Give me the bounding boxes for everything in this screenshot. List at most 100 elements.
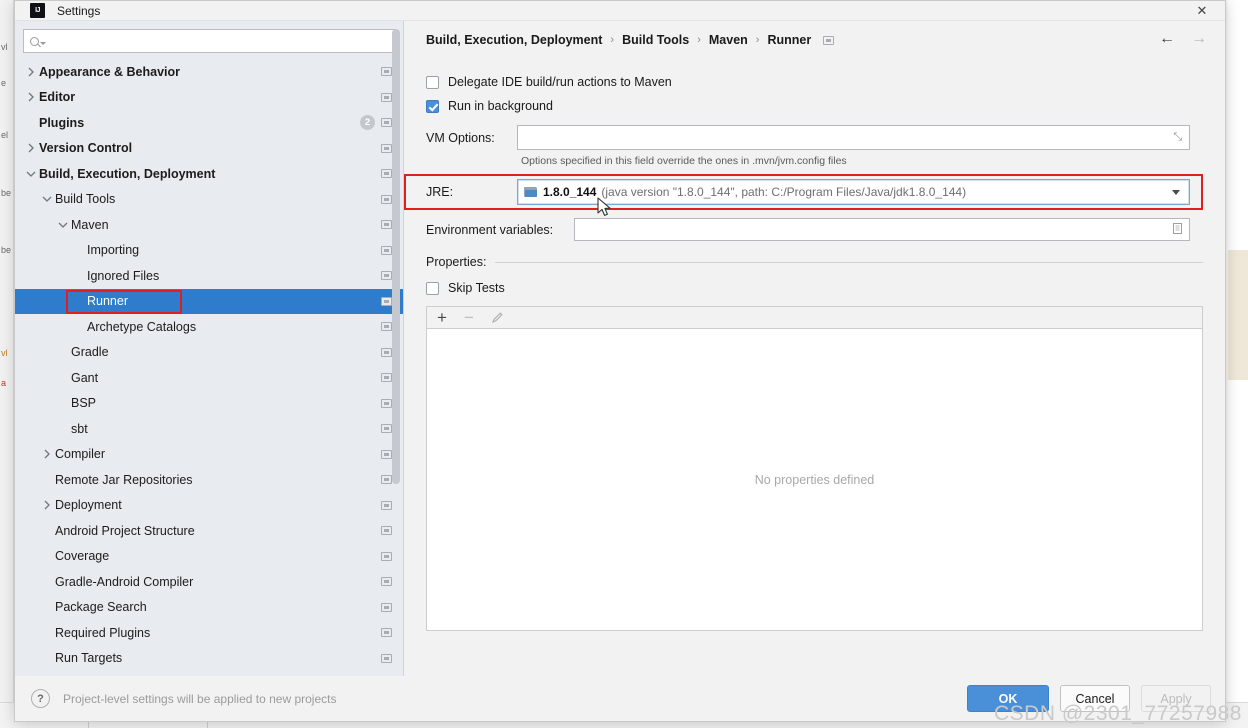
chevron-right-icon[interactable] <box>23 59 39 85</box>
sidebar-item-label: Archetype Catalogs <box>87 319 197 334</box>
skip-tests-checkbox[interactable] <box>426 281 439 295</box>
run-background-checkbox[interactable] <box>426 99 439 113</box>
arrow-right-icon[interactable]: → <box>1191 31 1207 47</box>
sidebar-item-required-plugins[interactable]: Required Plugins <box>15 620 403 646</box>
sidebar-item-ignored-files[interactable]: Ignored Files <box>15 263 403 289</box>
browse-icon[interactable] <box>1173 222 1182 237</box>
footer-note: Project-level settings will be applied t… <box>63 691 337 706</box>
sidebar-scrollbar[interactable] <box>392 21 402 676</box>
breadcrumb-item[interactable]: Maven <box>709 33 748 47</box>
monitor-icon[interactable] <box>381 602 392 612</box>
monitor-icon[interactable] <box>381 577 392 587</box>
sidebar-item-deployment[interactable]: Deployment <box>15 493 403 519</box>
chevron-down-icon[interactable] <box>1172 189 1180 195</box>
pencil-icon[interactable] <box>491 311 504 324</box>
monitor-icon[interactable] <box>381 67 392 77</box>
sidebar-item-bsp[interactable]: BSP <box>15 391 403 417</box>
breadcrumb-item[interactable]: Build, Execution, Deployment <box>426 33 602 47</box>
expand-icon[interactable]: ⤡ <box>1173 132 1182 143</box>
sidebar-item-android-project-structure[interactable]: Android Project Structure <box>15 518 403 544</box>
breadcrumb-item[interactable]: Runner <box>767 33 811 47</box>
vm-options-input[interactable]: ⤡ <box>517 125 1190 150</box>
chevron-down-icon[interactable] <box>55 212 71 238</box>
sidebar-item-label: Plugins <box>39 115 85 130</box>
chevron-down-icon[interactable] <box>23 161 39 187</box>
delegate-checkbox-label: Delegate IDE build/run actions to Maven <box>448 75 672 89</box>
monitor-icon[interactable] <box>381 169 392 179</box>
close-icon[interactable]: ✕ <box>1179 1 1225 21</box>
delegate-checkbox[interactable] <box>426 75 439 89</box>
monitor-icon[interactable] <box>381 653 392 663</box>
monitor-icon[interactable] <box>381 347 392 357</box>
monitor-icon[interactable] <box>381 296 392 306</box>
help-icon[interactable]: ? <box>31 689 50 708</box>
environment-variables-input[interactable] <box>574 218 1190 241</box>
breadcrumb-item[interactable]: Build Tools <box>622 33 689 47</box>
monitor-icon[interactable] <box>381 245 392 255</box>
monitor-icon[interactable] <box>381 220 392 230</box>
sidebar-item-runner[interactable]: Runner <box>15 288 403 314</box>
sidebar-item-maven[interactable]: Maven <box>15 212 403 238</box>
sidebar-item-run-targets[interactable]: Run Targets <box>15 646 403 672</box>
sidebar-item-gradle[interactable]: Gradle <box>15 340 403 366</box>
sidebar-item-build-tools[interactable]: Build Tools <box>15 187 403 213</box>
chevron-down-icon[interactable] <box>39 187 55 213</box>
sidebar-item-version-control[interactable]: Version Control <box>15 136 403 162</box>
jre-selected-detail: (java version "1.8.0_144", path: C:/Prog… <box>601 185 967 199</box>
sidebar-scrollbar-thumb[interactable] <box>392 29 400 484</box>
breadcrumb: Build, Execution, Deployment › Build Tools… <box>426 21 1203 59</box>
monitor-icon[interactable] <box>381 143 392 153</box>
sidebar-item-compiler[interactable]: Compiler <box>15 442 403 468</box>
sidebar-item-appearance-behavior[interactable]: Appearance & Behavior <box>15 59 403 85</box>
search-box[interactable] <box>23 29 395 53</box>
minus-icon[interactable]: − <box>464 309 474 326</box>
breadcrumb-separator: › <box>697 34 701 46</box>
chevron-right-icon[interactable] <box>23 85 39 111</box>
ok-button[interactable]: OK <box>967 685 1049 712</box>
sidebar-item-archetype-catalogs[interactable]: Archetype Catalogs <box>15 314 403 340</box>
search-input[interactable] <box>50 30 388 52</box>
monitor-icon[interactable] <box>823 35 835 45</box>
monitor-icon[interactable] <box>381 271 392 281</box>
jre-dropdown[interactable]: 1.8.0_144 (java version "1.8.0_144", pat… <box>517 179 1190 205</box>
sidebar-item-build-execution-deployment[interactable]: Build, Execution, Deployment <box>15 161 403 187</box>
monitor-icon[interactable] <box>381 475 392 485</box>
sidebar-item-package-search[interactable]: Package Search <box>15 595 403 621</box>
chevron-right-icon[interactable] <box>23 136 39 162</box>
skip-tests-row: Skip Tests <box>426 276 1203 300</box>
monitor-icon[interactable] <box>381 628 392 638</box>
monitor-icon[interactable] <box>381 92 392 102</box>
monitor-icon[interactable] <box>381 424 392 434</box>
sidebar-item-importing[interactable]: Importing <box>15 238 403 264</box>
sidebar-item-sbt[interactable]: sbt <box>15 416 403 442</box>
sidebar-item-plugins[interactable]: Plugins 2 <box>15 110 403 136</box>
monitor-icon[interactable] <box>381 551 392 561</box>
sidebar-item-label: Deployment <box>55 498 122 513</box>
sidebar-item-label: Build, Execution, Deployment <box>39 166 216 181</box>
monitor-icon[interactable] <box>381 118 392 128</box>
plus-icon[interactable]: + <box>437 309 447 326</box>
search-dropdown-icon[interactable] <box>40 42 46 45</box>
monitor-icon[interactable] <box>381 398 392 408</box>
monitor-icon[interactable] <box>381 526 392 536</box>
sidebar-item-label: Coverage <box>55 549 110 564</box>
sidebar-item-editor[interactable]: Editor <box>15 85 403 111</box>
cancel-button[interactable]: Cancel <box>1060 685 1130 712</box>
dialog-footer: ? Project-level settings will be applied… <box>15 676 1225 721</box>
monitor-icon[interactable] <box>381 194 392 204</box>
background-left-strip: vl e el be be vl a <box>0 0 14 728</box>
sidebar-item-remote-jar-repositories[interactable]: Remote Jar Repositories <box>15 467 403 493</box>
properties-table[interactable]: No properties defined <box>426 328 1203 631</box>
chevron-right-icon[interactable] <box>39 493 55 519</box>
background-right-accent <box>1228 250 1248 380</box>
monitor-icon[interactable] <box>381 500 392 510</box>
sidebar-item-gant[interactable]: Gant <box>15 365 403 391</box>
arrow-left-icon[interactable]: ← <box>1159 31 1175 47</box>
sidebar-item-coverage[interactable]: Coverage <box>15 544 403 570</box>
monitor-icon[interactable] <box>381 373 392 383</box>
sidebar-item-gradle-android-compiler[interactable]: Gradle-Android Compiler <box>15 569 403 595</box>
monitor-icon[interactable] <box>381 322 392 332</box>
sidebar-item-label: Android Project Structure <box>55 523 195 538</box>
chevron-right-icon[interactable] <box>39 442 55 468</box>
monitor-icon[interactable] <box>381 449 392 459</box>
